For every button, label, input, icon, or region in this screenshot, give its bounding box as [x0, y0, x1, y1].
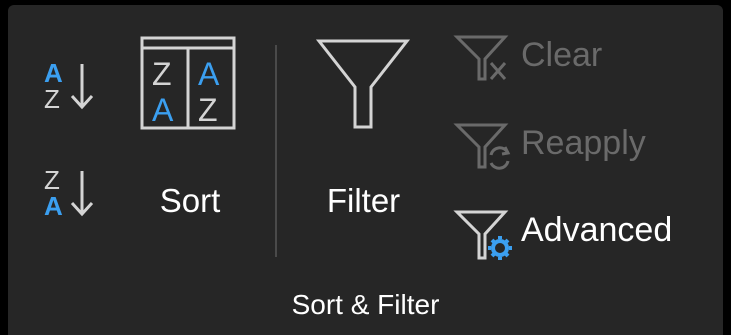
funnel-icon — [315, 39, 411, 129]
advanced-filter-icon — [453, 210, 512, 260]
clear-filter-button[interactable]: Clear — [453, 33, 713, 83]
filter-button[interactable]: Filter — [311, 35, 416, 219]
advanced-label: Advanced — [521, 211, 673, 249]
svg-text:Z: Z — [152, 56, 172, 92]
sort-ascending-icon: A Z — [44, 58, 94, 114]
group-separator — [275, 45, 277, 257]
reapply-filter-icon — [453, 123, 511, 170]
sort-z-to-a-button[interactable]: Z A — [42, 165, 98, 225]
custom-sort-icon: Z A A Z — [140, 36, 236, 130]
svg-text:A: A — [152, 92, 174, 128]
reapply-filter-button[interactable]: Reapply — [453, 121, 713, 171]
clear-filter-icon — [453, 35, 509, 81]
svg-text:Z: Z — [44, 84, 60, 114]
svg-text:A: A — [198, 56, 220, 92]
svg-text:A: A — [44, 191, 63, 221]
svg-text:Z: Z — [198, 92, 218, 128]
sort-descending-icon: Z A — [44, 165, 94, 221]
reapply-label: Reapply — [521, 124, 646, 162]
ribbon-panel: A Z Z A Z A A Z Sort Filter Clear Reappl… — [8, 5, 723, 335]
group-label: Sort & Filter — [291, 289, 440, 320]
sort-a-to-z-button[interactable]: A Z — [42, 58, 98, 118]
advanced-filter-button[interactable]: Advanced — [453, 208, 713, 260]
clear-label: Clear — [521, 36, 603, 74]
sort-filter-group: A Z Z A Z A A Z Sort Filter Clear Reappl… — [8, 5, 723, 335]
sort-label: Sort — [159, 182, 221, 219]
sort-button[interactable]: Z A A Z Sort — [135, 35, 245, 219]
filter-label: Filter — [326, 182, 401, 219]
